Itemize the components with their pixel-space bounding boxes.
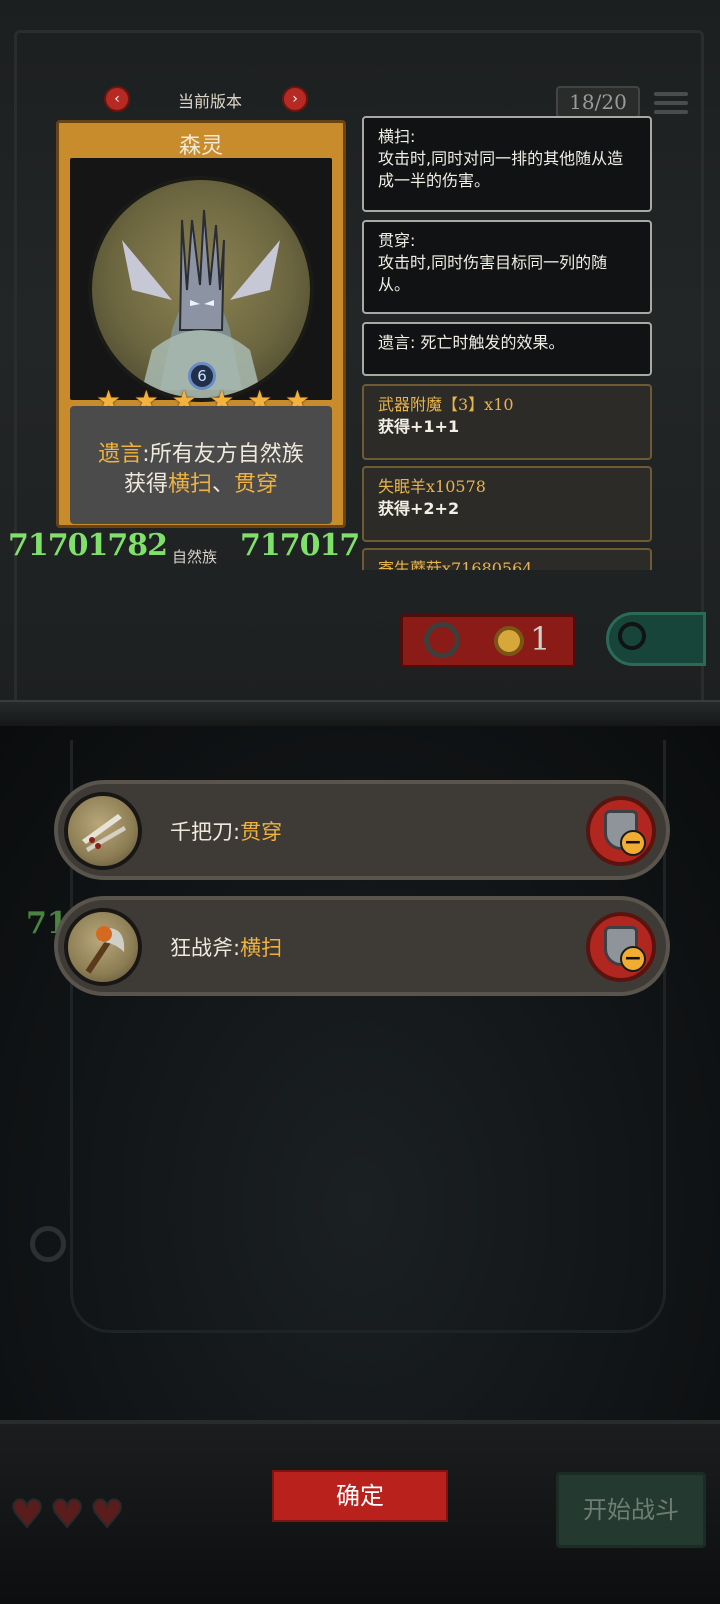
keyword-sweep: 横扫 — [167, 472, 212, 497]
confirm-button[interactable]: 确定 — [272, 1470, 448, 1522]
minus-icon: − — [620, 830, 646, 856]
heart-icon: ♥ — [89, 1491, 125, 1537]
buff-source: 失眠羊x10578 — [378, 477, 486, 496]
enchant-label: 狂战斧:横扫 — [170, 932, 282, 962]
search-icon[interactable] — [30, 1226, 66, 1262]
tribe-label: 自然族 — [172, 548, 218, 566]
buff-effect: 获得+2+2 — [378, 499, 460, 518]
buff-entry: 武器附魔【3】x10 获得+1+1 — [362, 384, 652, 460]
prev-version-button[interactable]: ‹ — [104, 86, 130, 112]
chevron-right-icon: › — [292, 91, 298, 107]
enchant-name: 千把刀 — [170, 820, 233, 844]
next-version-button[interactable]: › — [282, 86, 308, 112]
keyword-separator: 、 — [212, 472, 235, 497]
reroll-cost: 1 — [530, 620, 551, 658]
keyword-info-list[interactable]: 横扫: 攻击时,同时对同一排的其他随从造成一半的伤害。 贯穿: 攻击时,同时伤害… — [356, 110, 660, 570]
gain-text: 获得 — [123, 472, 168, 497]
health-value: 71701773 — [240, 528, 360, 563]
lives-display: ♥ ♥ ♥ — [9, 1491, 125, 1537]
remove-enchant-button[interactable]: − — [586, 912, 656, 982]
version-title: 当前版本 — [177, 92, 242, 111]
enchant-row[interactable] — [54, 896, 670, 996]
deathrattle-keyword: 遗言 — [98, 442, 143, 467]
deathrattle-text: :所有友方自然族 — [142, 442, 304, 467]
heart-icon: ♥ — [49, 1491, 85, 1537]
knives-icon — [64, 792, 142, 870]
start-battle-button[interactable]: 开始战斗 — [556, 1472, 706, 1548]
enchant-name: 狂战斧 — [170, 936, 233, 960]
buff-effect: 获得+1+1 — [378, 417, 460, 436]
info-panel-deathrattle: 遗言: 死亡时触发的效果。 — [362, 322, 652, 376]
info-panel-sweep: 横扫: 攻击时,同时对同一排的其他随从造成一半的伤害。 — [362, 116, 652, 212]
search-icon — [618, 622, 646, 650]
info-text: 攻击时,同时对同一排的其他随从造成一半的伤害。 — [378, 149, 624, 190]
enchant-keyword: 横扫 — [240, 936, 283, 960]
section-divider — [0, 700, 720, 726]
coin-icon — [494, 626, 524, 656]
card-effect-line-1: 遗言:所有友方自然族 — [70, 436, 332, 468]
info-panel-pierce: 贯穿: 攻击时,同时伤害目标同一列的随从。 — [362, 220, 652, 314]
buff-source: 寄生蘑菇x71680564 — [378, 559, 533, 570]
card-name: 森灵 — [178, 134, 223, 159]
info-text: 遗言: 死亡时触发的效果。 — [378, 333, 565, 352]
chevron-left-icon: ‹ — [114, 91, 120, 107]
remove-enchant-button[interactable]: − — [586, 796, 656, 866]
keyword-pierce: 贯穿 — [234, 472, 279, 497]
buff-source: 武器附魔【3】x10 — [378, 395, 514, 414]
minus-icon: − — [620, 946, 646, 972]
buff-entry: 失眠羊x10578 获得+2+2 — [362, 466, 652, 542]
enchant-keyword: 贯穿 — [240, 820, 283, 844]
refresh-icon — [424, 622, 460, 658]
info-title: 横扫: — [378, 127, 416, 146]
attack-value: 71701782 — [8, 528, 168, 563]
axe-icon — [64, 908, 142, 986]
enchant-label: 千把刀:贯穿 — [170, 816, 282, 846]
card-effect-line-2: 获得横扫、贯穿 — [70, 466, 332, 498]
heart-icon: ♥ — [9, 1491, 45, 1537]
info-title: 贯穿: — [378, 231, 416, 250]
buff-entry: 寄生蘑菇x71680564 — [362, 548, 652, 570]
info-text: 攻击时,同时伤害目标同一列的随从。 — [378, 253, 608, 294]
enchant-row[interactable] — [54, 780, 670, 880]
